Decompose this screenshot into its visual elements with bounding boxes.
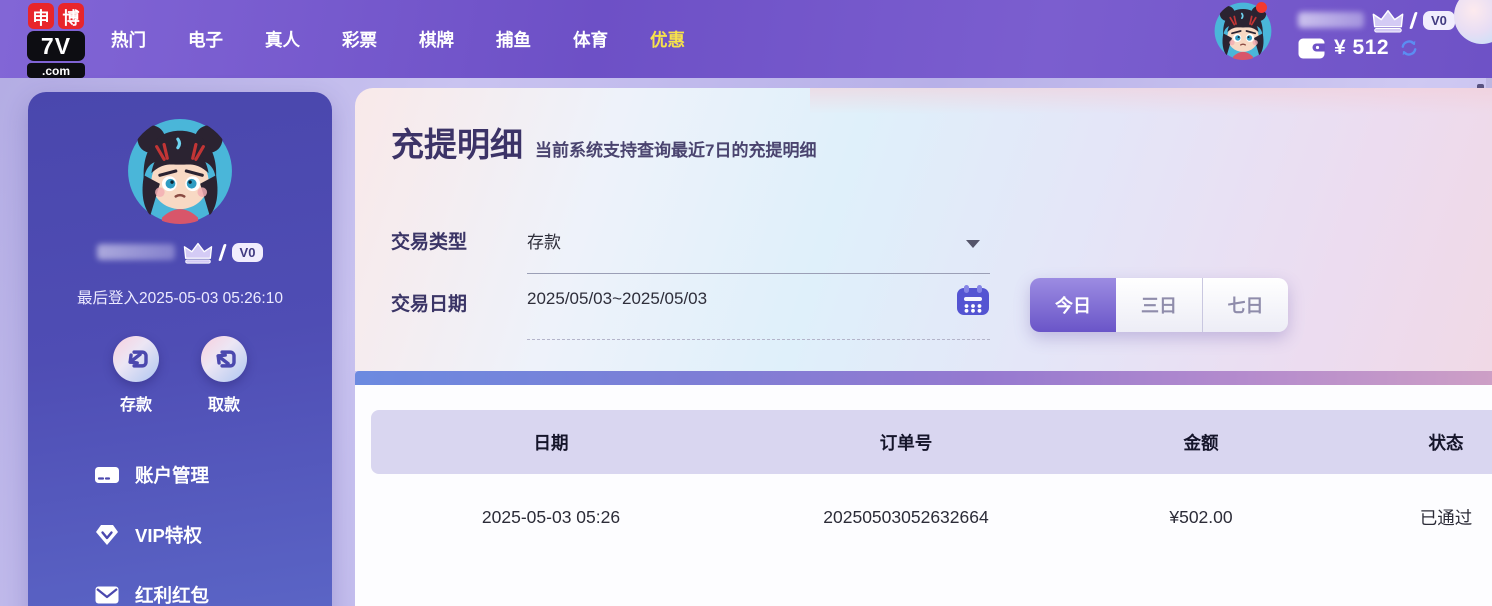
nav-item-hot[interactable]: 热门 (111, 27, 146, 52)
table-header-row: 日期 订单号 金额 状态 (371, 410, 1492, 474)
card-icon (94, 464, 120, 486)
transaction-date-picker[interactable]: 2025/05/03~2025/05/03 (527, 284, 990, 340)
sidebar-menu: 账户管理 VIP特权 红利红包 (28, 445, 332, 606)
main-nav: 热门 电子 真人 彩票 棋牌 捕鱼 体育 优惠 (111, 0, 685, 78)
notification-dot (1256, 2, 1267, 13)
brand-logo[interactable]: 申 博 7V .com (24, 3, 88, 78)
page-title: 充提明细 (391, 118, 523, 166)
transaction-date-value: 2025/05/03~2025/05/03 (527, 283, 707, 308)
gradient-divider-band (355, 371, 1492, 385)
page-subtitle: 当前系统支持查询最近7日的充提明细 (535, 136, 816, 161)
transaction-type-select[interactable]: 存款 (527, 228, 990, 274)
calendar-icon[interactable] (956, 284, 990, 316)
table-row: 2025-05-03 05:26 20250503052632664 ¥502.… (371, 474, 1492, 560)
last-login-text: 最后登入2025-05-03 05:26:10 (28, 286, 332, 308)
sidebar-vip-level-badge: V0 (232, 243, 264, 262)
nav-item-slots[interactable]: 电子 (188, 27, 223, 52)
nav-item-lottery[interactable]: 彩票 (342, 27, 377, 52)
page: 申 博 7V .com 热门 电子 真人 彩票 棋牌 捕鱼 体育 优惠 (0, 0, 1492, 606)
sidebar-vip-slash-decoration (218, 244, 227, 261)
withdraw-button[interactable]: 取款 (201, 336, 247, 415)
nav-item-live[interactable]: 真人 (265, 27, 300, 52)
col-header-date: 日期 (371, 430, 731, 455)
col-header-amount: 金额 (1081, 430, 1321, 455)
vip-crown-icon (1372, 8, 1404, 33)
transaction-type-value: 存款 (527, 233, 561, 252)
refresh-balance-icon[interactable] (1398, 37, 1420, 59)
cell-amount: ¥502.00 (1081, 507, 1321, 528)
sidebar-avatar[interactable] (127, 118, 233, 224)
user-info-cluster: V0 ¥ 512 (1298, 9, 1455, 60)
logo-tld: .com (27, 63, 85, 78)
tab-three-days[interactable]: 三日 (1116, 278, 1202, 332)
nav-item-cards[interactable]: 棋牌 (419, 27, 454, 52)
sidebar-item-vip[interactable]: VIP特权 (28, 505, 332, 565)
logo-name: 7V (27, 31, 85, 61)
logo-badge-2: 博 (58, 3, 84, 29)
sidebar-item-label: VIP特权 (135, 522, 202, 548)
transaction-type-label: 交易类型 (391, 228, 467, 258)
vip-level-badge: V0 (1423, 11, 1455, 30)
tab-seven-days[interactable]: 七日 (1202, 278, 1288, 332)
col-header-order-no: 订单号 (731, 430, 1081, 455)
deposit-label: 存款 (120, 391, 152, 415)
nav-item-promotions[interactable]: 优惠 (650, 27, 685, 52)
chevron-down-icon (966, 240, 980, 248)
withdraw-icon (201, 336, 247, 382)
sidebar-vip-crown-icon (183, 241, 213, 264)
gem-icon (94, 523, 120, 547)
wallet-icon (1298, 38, 1325, 59)
withdraw-label: 取款 (208, 391, 240, 415)
sidebar-item-account[interactable]: 账户管理 (28, 445, 332, 505)
deposit-button[interactable]: 存款 (113, 336, 159, 415)
deposit-icon (113, 336, 159, 382)
filter-panel: 充提明细 当前系统支持查询最近7日的充提明细 交易类型 存款 交易日期 2025… (355, 88, 1492, 371)
records-table-panel: 日期 订单号 金额 状态 2025-05-03 05:26 2025050305… (355, 385, 1492, 606)
sidebar-user-row: V0 (28, 240, 332, 264)
wallet-balance: ¥ 512 (1334, 36, 1389, 60)
nav-item-sports[interactable]: 体育 (573, 27, 608, 52)
tab-today[interactable]: 今日 (1030, 278, 1116, 332)
sidebar-item-label: 账户管理 (135, 462, 209, 488)
logo-badge-1: 申 (28, 3, 54, 29)
profile-sidebar: V0 最后登入2025-05-03 05:26:10 存款 (28, 92, 332, 606)
sidebar-username-blurred (97, 244, 175, 260)
col-header-status: 状态 (1321, 430, 1492, 455)
top-navbar: 申 博 7V .com 热门 电子 真人 彩票 棋牌 捕鱼 体育 优惠 (0, 0, 1492, 78)
sidebar-item-bonus[interactable]: 红利红包 (28, 565, 332, 606)
day-range-tabs: 今日 三日 七日 (1030, 278, 1288, 332)
transaction-date-label: 交易日期 (391, 290, 467, 320)
floating-service-button[interactable] (1454, 0, 1492, 44)
cell-date: 2025-05-03 05:26 (371, 507, 731, 528)
nav-item-fishing[interactable]: 捕鱼 (496, 27, 531, 52)
cell-status: 已通过 (1321, 505, 1492, 530)
cell-order-no: 20250503052632664 (731, 507, 1081, 528)
red-envelope-icon (94, 584, 120, 606)
sidebar-item-label: 红利红包 (135, 582, 209, 606)
title-row: 充提明细 当前系统支持查询最近7日的充提明细 (391, 118, 816, 166)
quick-actions: 存款 取款 (28, 336, 332, 415)
username-blurred (1298, 12, 1364, 28)
vip-slash-decoration (1409, 12, 1418, 29)
